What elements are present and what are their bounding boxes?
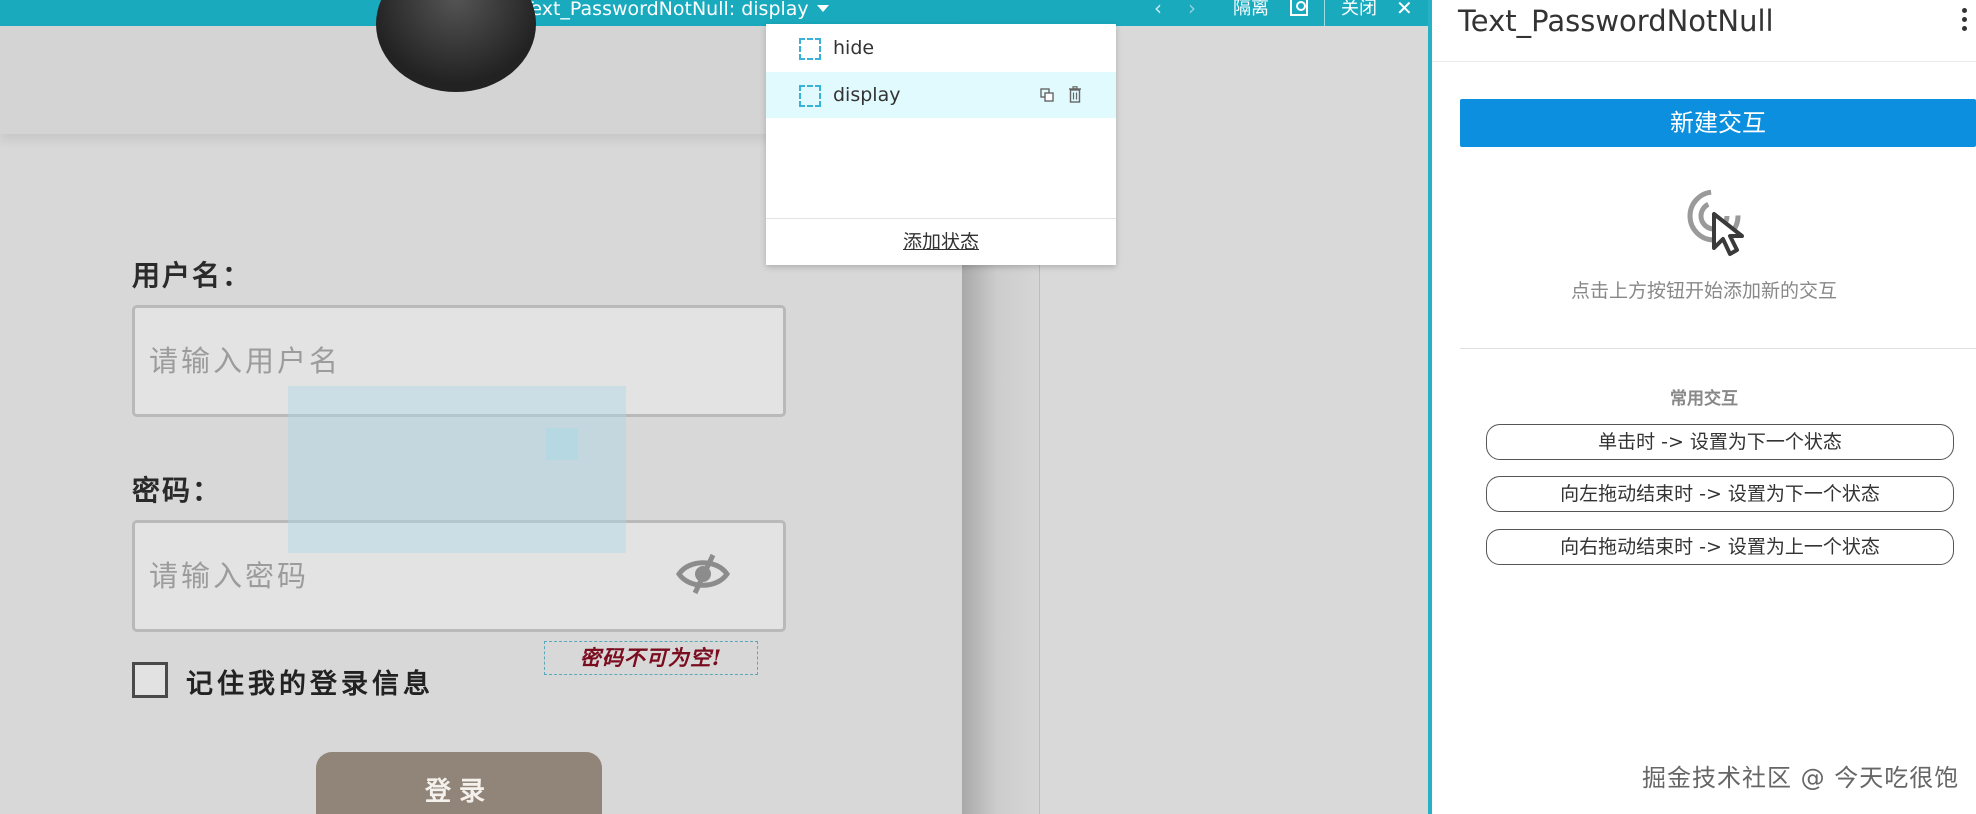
watermark: 掘金技术社区 @ 今天吃很饱: [1642, 764, 1960, 792]
state-item-hide[interactable]: hide: [766, 25, 1116, 71]
states-dropdown: hide display 添加状态: [766, 24, 1116, 265]
state-selector-label: Text_PasswordNotNull: display: [522, 0, 809, 20]
common-interactions-title: 常用交互: [1670, 389, 1738, 409]
panel-divider: [1432, 61, 1976, 62]
quick-interaction-swipe-left-next[interactable]: 向左拖动结束时 -> 设置为下一个状态: [1486, 476, 1954, 512]
close-button[interactable]: 关闭: [1341, 0, 1377, 18]
artboard-shadow: [962, 260, 1040, 814]
tap-cursor-icon: [1687, 189, 1744, 256]
new-interaction-button[interactable]: 新建交互: [1460, 99, 1976, 147]
quick-interaction-click-next[interactable]: 单击时 -> 设置为下一个状态: [1486, 424, 1954, 460]
remember-label: 记住我的登录信息: [186, 669, 434, 700]
password-label: 密码：: [132, 474, 223, 507]
isolate-icon[interactable]: [1290, 0, 1308, 16]
hotspot-marker: [546, 428, 578, 460]
remember-checkbox[interactable]: [132, 662, 168, 698]
quick-interaction-swipe-right-previous[interactable]: 向右拖动结束时 -> 设置为上一个状态: [1486, 529, 1954, 565]
toolbar-separator: [1324, 0, 1325, 26]
login-button[interactable]: 登录: [316, 752, 602, 814]
username-label: 用户名：: [132, 259, 253, 292]
state-item-display[interactable]: display: [766, 72, 1116, 118]
hotspot-overlay[interactable]: [288, 386, 626, 553]
password-error-text[interactable]: 密码不可为空!: [544, 641, 758, 675]
trash-icon[interactable]: [1068, 86, 1082, 103]
state-toolbar: Text_PasswordNotNull: display ‹ › 隔离 关闭 …: [0, 0, 1428, 26]
dropdown-divider: [766, 218, 1116, 219]
avatar: [376, 0, 536, 92]
more-icon[interactable]: [1962, 8, 1968, 36]
isolate-button[interactable]: 隔离: [1233, 0, 1269, 18]
copy-icon[interactable]: [1040, 88, 1054, 102]
state-icon: [799, 85, 821, 107]
state-selector[interactable]: Text_PasswordNotNull: display: [522, 0, 829, 20]
state-icon: [799, 38, 821, 60]
caret-down-icon: [816, 5, 829, 12]
section-divider: [1460, 348, 1976, 349]
previous-state-icon[interactable]: ‹: [1154, 0, 1162, 18]
eye-off-icon[interactable]: [675, 551, 731, 597]
empty-hint: 点击上方按钮开始添加新的交互: [1570, 280, 1837, 302]
close-icon[interactable]: ✕: [1396, 0, 1413, 18]
panel-title: Text_PasswordNotNull: [1458, 4, 1774, 38]
interactions-panel: Text_PasswordNotNull 新建交互 点击上方按钮开始添加新的交互…: [1432, 0, 1976, 814]
state-name: display: [833, 84, 901, 106]
next-state-icon[interactable]: ›: [1188, 0, 1196, 18]
state-name: hide: [833, 37, 875, 59]
add-state-link[interactable]: 添加状态: [766, 220, 1116, 264]
